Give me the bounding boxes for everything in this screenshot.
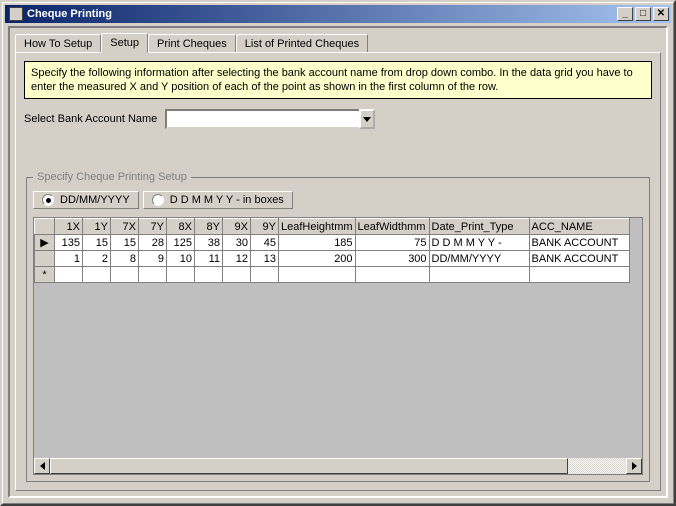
window-titlebar: Cheque Printing _ □ ✕ bbox=[5, 5, 671, 23]
grid-cell[interactable] bbox=[167, 267, 195, 283]
close-button[interactable]: ✕ bbox=[653, 7, 669, 21]
cheque-setup-group: Specify Cheque Printing Setup DD/MM/YYYY… bbox=[26, 171, 650, 482]
grid-cell[interactable]: 9 bbox=[139, 251, 167, 267]
grid-corner bbox=[35, 219, 55, 235]
grid-cell[interactable]: 300 bbox=[355, 251, 429, 267]
window-title: Cheque Printing bbox=[27, 5, 615, 23]
tab-list-printed[interactable]: List of Printed Cheques bbox=[236, 34, 368, 52]
radio-ddmmyyyy[interactable]: DD/MM/YYYY bbox=[33, 191, 139, 209]
grid-header[interactable]: 1Y bbox=[83, 219, 111, 235]
radio-dot-icon bbox=[42, 194, 54, 206]
grid-cell[interactable] bbox=[83, 267, 111, 283]
grid-header[interactable]: 8X bbox=[167, 219, 195, 235]
grid-cell[interactable]: 15 bbox=[83, 235, 111, 251]
tab-panel-setup: Specify the following information after … bbox=[15, 52, 661, 491]
grid-cell[interactable]: 185 bbox=[279, 235, 356, 251]
grid-cell[interactable]: 45 bbox=[251, 235, 279, 251]
grid-cell[interactable]: 8 bbox=[111, 251, 139, 267]
row-header[interactable]: * bbox=[35, 267, 55, 283]
tab-print-cheques[interactable]: Print Cheques bbox=[148, 34, 236, 52]
grid-cell[interactable] bbox=[111, 267, 139, 283]
bank-account-input[interactable] bbox=[165, 109, 361, 129]
radio-label-2: D D M M Y Y - in boxes bbox=[170, 194, 284, 206]
grid-cell[interactable]: 15 bbox=[111, 235, 139, 251]
maximize-button[interactable]: □ bbox=[635, 7, 651, 21]
grid-header[interactable]: ACC_NAME bbox=[529, 219, 629, 235]
app-icon bbox=[9, 7, 23, 21]
grid-cell[interactable]: 11 bbox=[195, 251, 223, 267]
tab-how-to-setup[interactable]: How To Setup bbox=[15, 34, 101, 52]
grid-cell[interactable]: 28 bbox=[139, 235, 167, 251]
scroll-track[interactable] bbox=[50, 458, 626, 474]
grid-header[interactable]: 9X bbox=[223, 219, 251, 235]
grid-cell[interactable]: 200 bbox=[279, 251, 356, 267]
grid-cell[interactable]: 75 bbox=[355, 235, 429, 251]
grid-cell[interactable]: 38 bbox=[195, 235, 223, 251]
data-grid[interactable]: 1X1Y7X7Y8X8Y9X9YLeafHeightmmLeafWidthmmD… bbox=[33, 217, 643, 475]
grid-header[interactable]: 7X bbox=[111, 219, 139, 235]
grid-cell[interactable]: 1 bbox=[55, 251, 83, 267]
grid-header[interactable]: LeafWidthmm bbox=[355, 219, 429, 235]
grid-cell[interactable]: DD/MM/YYYY bbox=[429, 251, 529, 267]
minimize-button[interactable]: _ bbox=[617, 7, 633, 21]
row-header[interactable] bbox=[35, 251, 55, 267]
row-header[interactable]: ▶ bbox=[35, 235, 55, 251]
grid-cell[interactable]: 12 bbox=[223, 251, 251, 267]
radio-label-1: DD/MM/YYYY bbox=[60, 194, 130, 206]
instruction-banner: Specify the following information after … bbox=[24, 61, 652, 99]
radio-boxes[interactable]: D D M M Y Y - in boxes bbox=[143, 191, 293, 209]
scroll-thumb[interactable] bbox=[50, 458, 568, 474]
tab-strip: How To Setup Setup Print Cheques List of… bbox=[15, 33, 661, 52]
grid-cell[interactable] bbox=[251, 267, 279, 283]
horizontal-scrollbar[interactable] bbox=[34, 458, 642, 474]
radio-dot-icon bbox=[152, 194, 164, 206]
grid-cell[interactable]: 10 bbox=[167, 251, 195, 267]
grid-header[interactable]: 7Y bbox=[139, 219, 167, 235]
grid-cell[interactable] bbox=[223, 267, 251, 283]
grid-cell[interactable]: 2 bbox=[83, 251, 111, 267]
grid-cell[interactable] bbox=[195, 267, 223, 283]
grid-cell[interactable]: D D M M Y Y - bbox=[429, 235, 529, 251]
grid-header[interactable]: Date_Print_Type bbox=[429, 219, 529, 235]
grid-cell[interactable] bbox=[355, 267, 429, 283]
grid-cell[interactable] bbox=[55, 267, 83, 283]
groupbox-legend: Specify Cheque Printing Setup bbox=[33, 171, 191, 183]
grid-cell[interactable]: 125 bbox=[167, 235, 195, 251]
grid-header[interactable]: 9Y bbox=[251, 219, 279, 235]
grid-cell[interactable]: BANK ACCOUNT bbox=[529, 251, 629, 267]
scroll-left-button[interactable] bbox=[34, 458, 50, 474]
select-bank-label: Select Bank Account Name bbox=[24, 113, 157, 125]
combo-dropdown-button[interactable] bbox=[359, 109, 375, 129]
scroll-right-button[interactable] bbox=[626, 458, 642, 474]
tab-setup[interactable]: Setup bbox=[101, 33, 148, 53]
grid-cell[interactable]: 135 bbox=[55, 235, 83, 251]
grid-header[interactable]: LeafHeightmm bbox=[279, 219, 356, 235]
grid-cell[interactable] bbox=[139, 267, 167, 283]
grid-cell[interactable]: 13 bbox=[251, 251, 279, 267]
grid-cell[interactable]: 30 bbox=[223, 235, 251, 251]
client-area: How To Setup Setup Print Cheques List of… bbox=[8, 26, 668, 498]
grid-cell[interactable] bbox=[429, 267, 529, 283]
bank-account-combo[interactable] bbox=[165, 109, 375, 129]
grid-cell[interactable]: BANK ACCOUNT bbox=[529, 235, 629, 251]
grid-cell[interactable] bbox=[279, 267, 356, 283]
grid-header[interactable]: 8Y bbox=[195, 219, 223, 235]
grid-cell[interactable] bbox=[529, 267, 629, 283]
grid-header[interactable]: 1X bbox=[55, 219, 83, 235]
